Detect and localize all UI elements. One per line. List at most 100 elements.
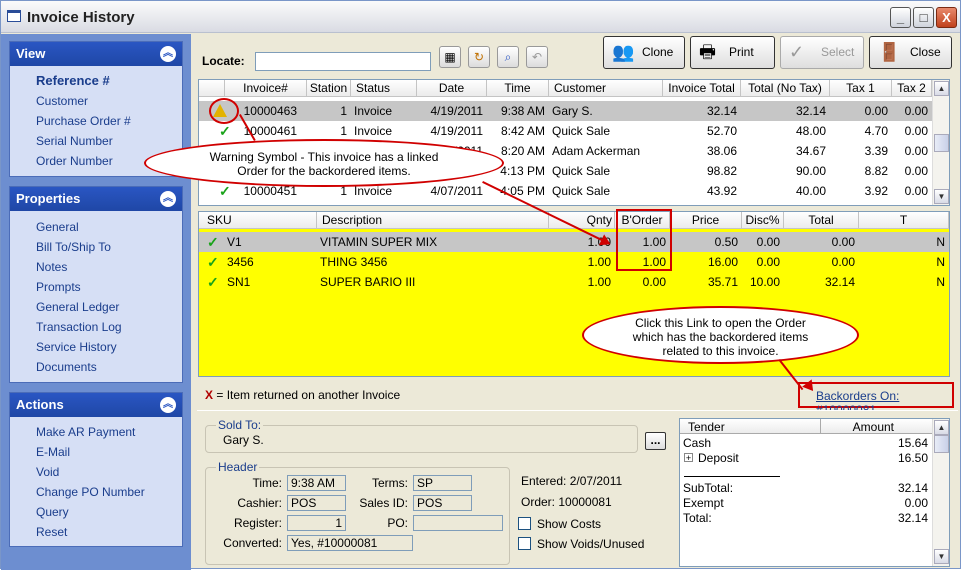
column-header-time[interactable]: Time: [487, 80, 549, 97]
properties-item-service-history[interactable]: Service History: [10, 337, 182, 357]
view-item-customer[interactable]: Customer: [10, 91, 182, 111]
minimize-button[interactable]: _: [890, 7, 911, 28]
line-items-grid: SKU Description Qnty B'Order Price Disc%…: [198, 211, 950, 377]
column-header-status[interactable]: Status: [351, 80, 417, 97]
collapse-chevron-icon[interactable]: ︽: [160, 397, 176, 413]
tender-cash-label: Cash: [683, 436, 712, 450]
item-tax-flag: N: [936, 275, 945, 289]
scroll-up-icon[interactable]: ▲: [934, 81, 949, 96]
tender-total-label: Total:: [683, 511, 712, 525]
print-label: Print: [729, 45, 754, 59]
action-email[interactable]: E-Mail: [10, 442, 182, 462]
locate-input[interactable]: [255, 52, 431, 71]
refresh-icon[interactable]: ↻: [468, 46, 490, 68]
properties-item-general[interactable]: General: [10, 217, 182, 237]
properties-item-bill-to-ship-to[interactable]: Bill To/Ship To: [10, 237, 182, 257]
column-header-invoice-total[interactable]: Invoice Total: [663, 80, 741, 97]
link-callout: Click this Link to open the Order which …: [582, 306, 859, 364]
show-voids-checkbox[interactable]: [518, 537, 531, 550]
actions-panel-header[interactable]: Actions ︽: [10, 393, 182, 417]
select-button[interactable]: ✓ Select: [780, 36, 864, 69]
view-item-serial-number[interactable]: Serial Number: [10, 131, 182, 151]
properties-item-documents[interactable]: Documents: [10, 357, 182, 377]
undo-icon[interactable]: ↶: [526, 46, 548, 68]
column-header-tax1[interactable]: Tax 1: [830, 80, 892, 97]
collapse-chevron-icon[interactable]: ︽: [160, 191, 176, 207]
invoice-customer: Adam Ackerman: [552, 144, 641, 158]
item-tax-flag: N: [936, 235, 945, 249]
time-field: 9:38 AM: [287, 475, 346, 491]
column-header-total-no-tax[interactable]: Total (No Tax): [741, 80, 830, 97]
invoice-total: 32.14: [706, 104, 737, 118]
invoice-total-no-tax: 90.00: [795, 164, 826, 178]
properties-item-general-ledger[interactable]: General Ledger: [10, 297, 182, 317]
invoice-row[interactable]: 10000463 1 Invoice 4/19/2011 9:38 AM Gar…: [199, 101, 949, 121]
invoice-tax1: 3.39: [864, 144, 888, 158]
scroll-up-icon[interactable]: ▲: [934, 420, 949, 435]
properties-item-prompts[interactable]: Prompts: [10, 277, 182, 297]
line-item-row[interactable]: ✓ V1 VITAMIN SUPER MIX 1.00 1.00 0.50 0.…: [199, 232, 949, 252]
show-costs-checkbox[interactable]: [518, 517, 531, 530]
column-header-price[interactable]: Price: [670, 212, 742, 229]
clone-button[interactable]: 👥 Clone: [603, 36, 685, 69]
scroll-down-icon[interactable]: ▼: [934, 549, 949, 564]
search-icon[interactable]: ⌕: [497, 46, 519, 68]
item-disc: 0.00: [756, 235, 780, 249]
select-label: Select: [821, 45, 855, 59]
item-description: SUPER BARIO III: [320, 275, 416, 289]
tender-deposit-label: Deposit: [698, 451, 739, 465]
scroll-down-icon[interactable]: ▼: [934, 189, 949, 204]
sold-to-lookup-button[interactable]: ...: [645, 432, 666, 450]
column-header-amount[interactable]: Amount: [828, 420, 894, 434]
action-make-ar-payment[interactable]: Make AR Payment: [10, 422, 182, 442]
print-button[interactable]: 🖶 Print: [690, 36, 775, 69]
item-description: VITAMIN SUPER MIX: [320, 235, 438, 249]
view-item-purchase-order[interactable]: Purchase Order #: [10, 111, 182, 131]
scroll-thumb[interactable]: [934, 435, 949, 453]
action-reset[interactable]: Reset: [10, 522, 182, 542]
column-header-tender[interactable]: Tender: [688, 420, 725, 434]
properties-panel-header[interactable]: Properties ︽: [10, 187, 182, 211]
column-header-station[interactable]: Station: [307, 80, 351, 97]
properties-item-transaction-log[interactable]: Transaction Log: [10, 317, 182, 337]
close-button[interactable]: 🚪 Close: [869, 36, 952, 69]
view-item-reference[interactable]: Reference #: [10, 71, 182, 91]
properties-item-notes[interactable]: Notes: [10, 257, 182, 277]
line-item-row[interactable]: ✓ 3456 THING 3456 1.00 1.00 16.00 0.00 0…: [199, 252, 949, 272]
invoice-row[interactable]: ✓ 10000461 1 Invoice 4/19/2011 8:42 AM Q…: [199, 121, 949, 141]
action-void[interactable]: Void: [10, 462, 182, 482]
line-item-row[interactable]: ✓ SN1 SUPER BARIO III 1.00 0.00 35.71 10…: [199, 272, 949, 292]
column-header-date[interactable]: Date: [417, 80, 487, 97]
action-change-po-number[interactable]: Change PO Number: [10, 482, 182, 502]
column-header-sku[interactable]: SKU: [199, 212, 317, 229]
view-panel-header[interactable]: View ︽: [10, 42, 182, 66]
invoice-customer: Quick Sale: [552, 164, 611, 178]
expand-plus-icon[interactable]: +: [684, 453, 693, 463]
column-header-tax2[interactable]: Tax 2: [892, 80, 932, 97]
terms-label: Terms:: [372, 476, 408, 490]
invoice-total-no-tax: 34.67: [795, 144, 826, 158]
column-header-description[interactable]: Description: [317, 212, 549, 229]
tender-scrollbar[interactable]: ▲ ▼: [932, 419, 949, 566]
window-icon: [7, 10, 21, 22]
column-header-customer[interactable]: Customer: [549, 80, 663, 97]
column-header-invoice[interactable]: Invoice#: [225, 80, 307, 97]
scroll-thumb[interactable]: [934, 134, 949, 152]
checkmark-icon: ✓: [789, 42, 805, 62]
collapse-chevron-icon[interactable]: ︽: [160, 46, 176, 62]
action-query[interactable]: Query: [10, 502, 182, 522]
invoice-detail-panel: Sold To: Gary S. ... Header Time: 9:38 A…: [197, 410, 958, 568]
calendar-icon[interactable]: ▦: [439, 46, 461, 68]
register-label: Register:: [233, 516, 282, 530]
close-window-button[interactable]: X: [936, 7, 957, 28]
column-header-total[interactable]: Total: [784, 212, 859, 229]
invoice-grid-scrollbar[interactable]: ▲ ▼: [932, 80, 949, 205]
maximize-button[interactable]: □: [913, 7, 934, 28]
returned-legend-text: = Item returned on another Invoice: [216, 388, 401, 402]
po-label: PO:: [387, 516, 408, 530]
column-header-t[interactable]: T: [859, 212, 949, 229]
actions-panel: Actions ︽ Make AR Payment E-Mail Void Cha…: [9, 392, 183, 547]
column-header-disc[interactable]: Disc%: [742, 212, 784, 229]
register-field: 1: [287, 515, 346, 531]
invoice-customer: Quick Sale: [552, 124, 611, 138]
